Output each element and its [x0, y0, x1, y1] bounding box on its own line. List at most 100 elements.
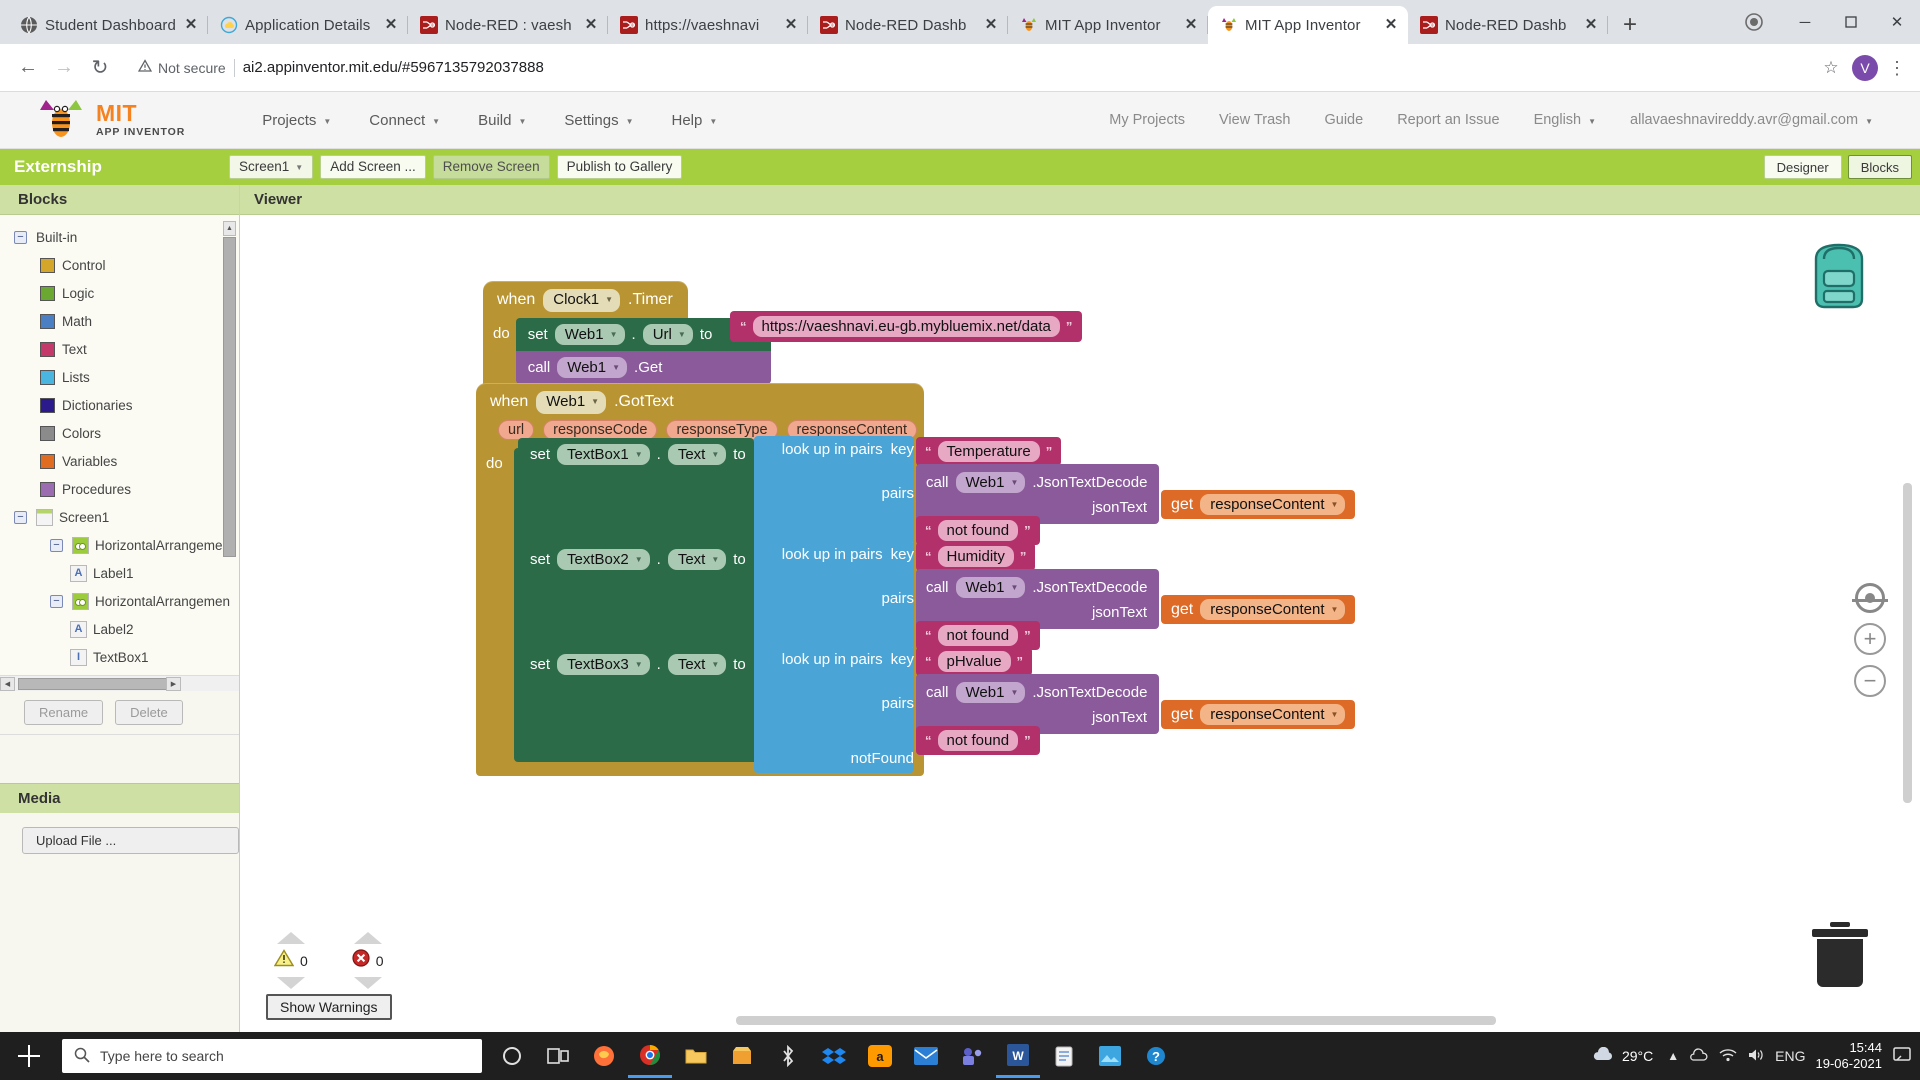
menu-settings[interactable]: Settings ▼ — [545, 104, 652, 137]
remove-screen-button[interactable]: Remove Screen — [432, 155, 550, 179]
menu-projects[interactable]: Projects ▼ — [243, 104, 350, 137]
block-text-notfound-2[interactable]: “ not found ” — [916, 621, 1040, 650]
triangle-up-icon[interactable] — [353, 932, 382, 944]
tab-close-icon[interactable]: ✕ — [782, 16, 800, 34]
menu-language[interactable]: English ▼ — [1517, 104, 1613, 136]
menu-connect[interactable]: Connect ▼ — [350, 104, 459, 137]
firefox-icon[interactable] — [582, 1034, 626, 1078]
block-text-humidity[interactable]: “ Humidity ” — [916, 542, 1036, 571]
block-get-responsecontent-3[interactable]: get responseContent ▼ — [1161, 700, 1356, 729]
designer-mode-button[interactable]: Designer — [1763, 155, 1842, 179]
scroll-right-icon[interactable]: ▶ — [166, 676, 181, 691]
backpack-icon[interactable] — [1800, 237, 1878, 313]
block-get-responsecontent-1[interactable]: get responseContent ▼ — [1161, 490, 1356, 519]
zoom-out-button[interactable]: − — [1854, 665, 1886, 697]
tree-vertical-scrollbar[interactable]: ▲ — [223, 221, 236, 669]
tab-close-icon[interactable]: ✕ — [382, 16, 400, 34]
variable-dropdown-responsecontent[interactable]: responseContent ▼ — [1200, 704, 1346, 725]
triangle-down-icon[interactable] — [276, 977, 305, 989]
variable-dropdown-responsecontent[interactable]: responseContent ▼ — [1200, 494, 1346, 515]
collapse-icon[interactable]: − — [14, 230, 27, 244]
browser-tab[interactable]: MIT App Inventor ✕ — [1008, 6, 1208, 44]
property-dropdown-text[interactable]: Text ▼ — [667, 444, 727, 465]
maximize-button[interactable] — [1828, 0, 1874, 44]
forward-icon[interactable]: → — [46, 50, 82, 86]
zoom-in-button[interactable]: + — [1854, 623, 1886, 655]
notfound-text-field[interactable]: not found — [937, 520, 1019, 541]
url-text-field[interactable]: https://vaeshnavi.eu-gb.mybluemix.net/da… — [752, 316, 1060, 337]
menu-account[interactable]: allavaeshnavireddy.avr@gmail.com ▼ — [1613, 104, 1890, 136]
publish-to-gallery-button[interactable]: Publish to Gallery — [556, 155, 683, 179]
notification-icon[interactable] — [1892, 1045, 1912, 1068]
help-icon[interactable]: ? — [1134, 1034, 1178, 1078]
minimize-button[interactable]: ─ — [1782, 0, 1828, 44]
collapse-icon[interactable]: − — [50, 594, 63, 608]
upload-file-button[interactable]: Upload File ... — [22, 827, 239, 854]
tree-node-control[interactable]: Control — [0, 251, 239, 279]
menu-guide[interactable]: Guide — [1307, 104, 1380, 136]
error-counter[interactable]: 0 — [352, 932, 384, 989]
chevron-up-icon[interactable]: ▲ — [1667, 1049, 1679, 1063]
property-dropdown-text[interactable]: Text ▼ — [667, 549, 727, 570]
component-dropdown-textbox1[interactable]: TextBox1 ▼ — [557, 444, 650, 465]
tree-node-procedures[interactable]: Procedures — [0, 475, 239, 503]
block-set-textbox3-text[interactable]: set TextBox3 ▼ . Text ▼ to — [518, 648, 754, 681]
scrollbar-thumb[interactable] — [223, 237, 236, 557]
rename-button[interactable]: Rename — [24, 700, 104, 725]
menu-help[interactable]: Help ▼ — [653, 104, 737, 137]
tab-close-icon[interactable]: ✕ — [582, 16, 600, 34]
property-dropdown-text[interactable]: Text ▼ — [667, 654, 727, 675]
address-bar[interactable]: Not secure ai2.appinventor.mit.edu/#5967… — [126, 52, 1816, 84]
tree-node-text[interactable]: Text — [0, 335, 239, 363]
block-call-web1-jsontextdecode-1[interactable]: call Web1 ▼ .JsonTextDecode jsonText — [916, 464, 1159, 524]
component-dropdown-web1[interactable]: Web1 ▼ — [955, 472, 1026, 493]
blocks-mode-button[interactable]: Blocks — [1847, 155, 1912, 179]
block-call-web1-get[interactable]: call Web1 ▼ .Get — [515, 350, 771, 384]
new-tab-button[interactable]: + — [1614, 9, 1646, 41]
block-set-textbox2-text[interactable]: set TextBox2 ▼ . Text ▼ to — [518, 543, 754, 576]
param-responsecode[interactable]: responseCode — [543, 419, 658, 440]
menu-build[interactable]: Build ▼ — [459, 104, 545, 137]
canvas-horizontal-scrollbar[interactable] — [488, 1016, 1912, 1026]
teams-icon[interactable] — [950, 1034, 994, 1078]
browser-tab[interactable]: Node-RED Dashb ✕ — [1408, 6, 1608, 44]
block-when-clock1-timer[interactable]: when Clock1 ▼ .Timer do set Web1 ▼ . Url… — [483, 281, 771, 392]
block-text-notfound-1[interactable]: “ not found ” — [916, 516, 1040, 545]
param-url[interactable]: url — [498, 419, 535, 440]
onedrive-icon[interactable] — [1689, 1047, 1709, 1065]
avatar[interactable]: V — [1852, 54, 1878, 81]
clock-widget[interactable]: 15:44 19-06-2021 — [1816, 1040, 1883, 1073]
menu-view-trash[interactable]: View Trash — [1202, 104, 1307, 136]
tab-close-icon[interactable]: ✕ — [1582, 16, 1600, 34]
cortana-icon[interactable] — [490, 1034, 534, 1078]
record-icon[interactable] — [1726, 0, 1782, 44]
block-call-web1-jsontextdecode-2[interactable]: call Web1 ▼ .JsonTextDecode jsonText — [916, 569, 1159, 629]
component-dropdown-textbox3[interactable]: TextBox3 ▼ — [557, 654, 650, 675]
block-call-web1-jsontextdecode-3[interactable]: call Web1 ▼ .JsonTextDecode jsonText — [916, 674, 1159, 734]
weather-widget[interactable]: 29°C — [1592, 1046, 1653, 1066]
component-dropdown-web1[interactable]: Web1 ▼ — [554, 323, 625, 345]
scroll-up-icon[interactable]: ▲ — [223, 221, 236, 236]
tree-node-textbox1[interactable]: I TextBox1 — [0, 643, 239, 671]
tree-node-colors[interactable]: Colors — [0, 419, 239, 447]
block-lookup-in-pairs-phvalue[interactable]: look up in pairs key pairs notFound — [754, 646, 914, 773]
collapse-icon[interactable]: − — [50, 538, 63, 552]
taskview-icon[interactable] — [536, 1034, 580, 1078]
store-icon[interactable] — [720, 1034, 764, 1078]
browser-tab[interactable]: Application Details ✕ — [208, 6, 408, 44]
component-dropdown-web1[interactable]: Web1 ▼ — [557, 356, 628, 378]
block-get-responsecontent-2[interactable]: get responseContent ▼ — [1161, 595, 1356, 624]
tree-node-lists[interactable]: Lists — [0, 363, 239, 391]
tree-node-dictionaries[interactable]: Dictionaries — [0, 391, 239, 419]
menu-report-an-issue[interactable]: Report an Issue — [1380, 104, 1516, 136]
explorer-icon[interactable] — [674, 1034, 718, 1078]
block-text-temperature[interactable]: “ Temperature ” — [916, 437, 1062, 466]
component-dropdown-textbox2[interactable]: TextBox2 ▼ — [557, 549, 650, 570]
tree-node-label2[interactable]: A Label2 — [0, 615, 239, 643]
tree-node-logic[interactable]: Logic — [0, 279, 239, 307]
scroll-left-icon[interactable]: ◀ — [0, 676, 15, 691]
tree-node-horizontalarrangement-2[interactable]: − HorizontalArrangemen — [0, 587, 239, 615]
tree-node-built-in[interactable]: − Built-in — [0, 223, 239, 251]
tree-horizontal-scrollbar[interactable]: ◀ ▶ — [0, 675, 239, 691]
chrome-icon[interactable] — [628, 1034, 672, 1078]
